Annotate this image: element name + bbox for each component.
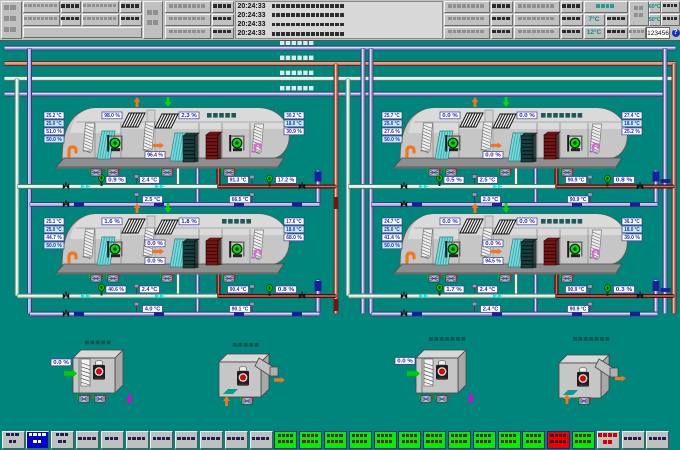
svg-text:18.0 °C: 18.0 °C — [286, 121, 302, 127]
svg-text:0.0 %: 0.0 % — [147, 259, 163, 265]
svg-text:27.6 %: 27.6 % — [384, 129, 400, 135]
svg-text:41.4 %: 41.4 % — [384, 235, 400, 241]
svg-text:25.1 °C: 25.1 °C — [46, 219, 62, 225]
svg-text:66.5 °C: 66.5 °C — [232, 197, 249, 203]
svg-text:2.3 %: 2.3 % — [181, 113, 197, 119]
svg-text:90.9 °C: 90.9 °C — [568, 287, 585, 293]
svg-text:2.5 °C: 2.5 °C — [480, 178, 496, 184]
svg-text:50.0 %: 50.0 % — [384, 137, 400, 143]
svg-text:18.0 °C: 18.0 °C — [624, 227, 640, 233]
svg-text:24.7 °C: 24.7 °C — [384, 219, 400, 225]
svg-text:68.0 %: 68.0 % — [286, 235, 302, 241]
svg-text:0.0 %: 0.0 % — [147, 241, 163, 247]
svg-text:27.4 °C: 27.4 °C — [624, 113, 640, 119]
svg-text:36.3 °C: 36.3 °C — [624, 219, 640, 225]
svg-text:0.0 %: 0.0 % — [519, 113, 535, 119]
svg-text:0.0 %: 0.0 % — [397, 359, 413, 365]
svg-text:90.9 °C: 90.9 °C — [570, 197, 587, 203]
svg-text:0.8 %: 0.8 % — [616, 178, 633, 184]
svg-text:90.9 °C: 90.9 °C — [570, 307, 587, 313]
svg-text:1.8 %: 1.8 % — [181, 219, 197, 225]
svg-text:25.2 °C: 25.2 °C — [46, 113, 62, 119]
svg-text:0.0 %: 0.0 % — [442, 219, 458, 225]
svg-text:2.4 °C: 2.4 °C — [480, 287, 496, 293]
svg-text:17.6 °C: 17.6 °C — [286, 219, 302, 225]
svg-text:18.0 °C: 18.0 °C — [624, 121, 640, 127]
svg-text:90.4 °C: 90.4 °C — [230, 287, 247, 293]
svg-text:25.0 °C: 25.0 °C — [384, 227, 400, 233]
svg-text:96.4 %: 96.4 % — [147, 153, 163, 159]
svg-text:17.2 %: 17.2 % — [278, 178, 295, 184]
svg-text:39.0 %: 39.0 % — [624, 235, 640, 241]
svg-text:25.2 %: 25.2 % — [624, 129, 640, 135]
svg-text:0.0 %: 0.0 % — [485, 153, 501, 159]
svg-text:0.0 %: 0.0 % — [519, 219, 535, 225]
svg-text:50.0 %: 50.0 % — [46, 243, 62, 249]
svg-text:50.0 %: 50.0 % — [46, 137, 62, 143]
svg-text:4.0 °C: 4.0 °C — [145, 307, 161, 313]
svg-text:50.0 %: 50.0 % — [384, 243, 400, 249]
svg-text:0.8 %: 0.8 % — [278, 287, 295, 293]
svg-text:40.6 %: 40.6 % — [108, 287, 124, 293]
svg-text:91.3 °C: 91.3 °C — [230, 178, 247, 184]
svg-text:1.7 %: 1.7 % — [446, 287, 462, 293]
svg-text:0.3 %: 0.3 % — [616, 287, 633, 293]
svg-text:25.7 °C: 25.7 °C — [384, 113, 400, 119]
svg-text:1.6 %: 1.6 % — [104, 219, 120, 225]
svg-text:44.7 %: 44.7 % — [46, 235, 62, 241]
svg-text:0.0 %: 0.0 % — [53, 360, 69, 366]
svg-text:30.9 %: 30.9 % — [286, 129, 302, 135]
svg-text:0.5 %: 0.5 % — [446, 178, 462, 184]
svg-text:25.0 °C: 25.0 °C — [384, 121, 400, 127]
svg-text:2.4 °C: 2.4 °C — [483, 307, 499, 313]
svg-text:2.4 °C: 2.4 °C — [142, 178, 158, 184]
svg-text:25.0 °C: 25.0 °C — [46, 121, 62, 127]
svg-text:2.4 °C: 2.4 °C — [142, 287, 158, 293]
svg-text:0.9 %: 0.9 % — [108, 178, 124, 184]
svg-text:2.5 °C: 2.5 °C — [145, 197, 161, 203]
svg-text:30.2 °C: 30.2 °C — [286, 113, 302, 119]
svg-text:2.0 °C: 2.0 °C — [483, 197, 499, 203]
svg-text:25.0 °C: 25.0 °C — [46, 227, 62, 233]
svg-text:0.0 %: 0.0 % — [485, 241, 501, 247]
svg-text:0.0 %: 0.0 % — [442, 113, 458, 119]
svg-text:90.1 °C: 90.1 °C — [232, 307, 249, 313]
svg-text:90.9 °C: 90.9 °C — [568, 178, 585, 184]
svg-text:94.5 %: 94.5 % — [485, 259, 501, 265]
svg-text:51.0 %: 51.0 % — [46, 129, 62, 135]
svg-text:98.0 %: 98.0 % — [104, 113, 120, 119]
svg-text:18.0 °C: 18.0 °C — [286, 227, 302, 233]
